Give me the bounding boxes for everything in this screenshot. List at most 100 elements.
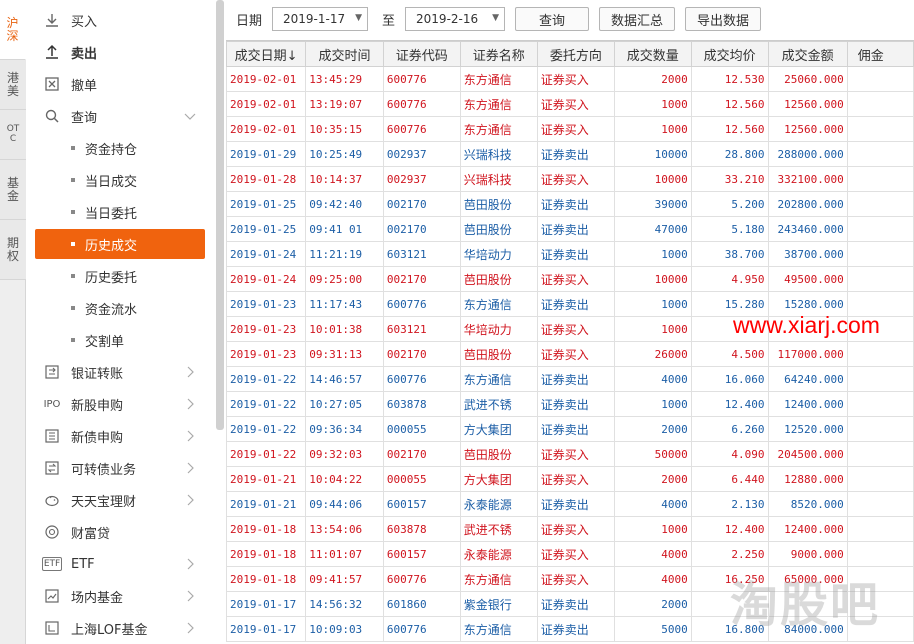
tab-gangmei[interactable]: 港美 bbox=[0, 60, 26, 110]
tab-fund[interactable]: 基金 bbox=[0, 160, 26, 220]
cell-commission bbox=[846, 441, 914, 467]
cell-name: 方大集团 bbox=[459, 416, 538, 442]
cell-direction: 证券卖出 bbox=[536, 191, 615, 217]
cell-quantity: 47000 bbox=[613, 216, 692, 242]
cell-trade-date: 2019-01-18 bbox=[226, 516, 307, 542]
summary-button[interactable]: 数据汇总 bbox=[599, 7, 676, 31]
sidebar-item-cancel[interactable]: 撤单 bbox=[35, 69, 205, 99]
cell-trade-time: 11:17:43 bbox=[305, 291, 384, 317]
cell-trade-date: 2019-01-23 bbox=[226, 316, 307, 342]
table-row[interactable]: 2019-01-23 09:31:13 002170 芭田股份 证券买入 26000 4.5… bbox=[226, 341, 914, 367]
sidebar-item-bank-transfer[interactable]: 银证转账 bbox=[35, 357, 205, 387]
table-row[interactable]: 2019-01-28 10:14:37 002937 兴瑞科技 证券买入 10000 33.… bbox=[226, 166, 914, 192]
cell-direction: 证券买入 bbox=[536, 541, 615, 567]
sidebar-item-exchange-fund[interactable]: 场内基金 bbox=[35, 581, 205, 611]
sidebar-item-buy[interactable]: 买入 bbox=[35, 5, 205, 35]
sidebar-scrollbar[interactable] bbox=[216, 0, 224, 430]
table-row[interactable]: 2019-01-23 11:17:43 600776 东方通信 证券卖出 1000 15.2… bbox=[226, 291, 914, 317]
cell-code: 002170 bbox=[382, 216, 461, 242]
column-header-name[interactable]: 证券名称 bbox=[459, 41, 538, 67]
column-header-code[interactable]: 证券代码 bbox=[382, 41, 461, 67]
cell-direction: 证券买入 bbox=[536, 116, 615, 142]
cell-trade-time: 10:25:49 bbox=[305, 141, 384, 167]
table-row[interactable]: 2019-01-21 10:04:22 000055 方大集团 证券买入 2000 6.44… bbox=[226, 466, 914, 492]
table-row[interactable]: 2019-01-22 10:27:05 603878 武进不锈 证券卖出 1000 12.4… bbox=[226, 391, 914, 417]
cell-code: 603121 bbox=[382, 241, 461, 267]
table-row[interactable]: 2019-01-18 11:01:07 600157 永泰能源 证券买入 4000 2.25… bbox=[226, 541, 914, 567]
table-row[interactable]: 2019-01-25 09:41 01 002170 芭田股份 证券卖出 47000 5.1… bbox=[226, 216, 914, 242]
cell-trade-time: 09:44:06 bbox=[305, 491, 384, 517]
column-header-commission[interactable]: 佣金 bbox=[846, 41, 914, 67]
sidebar-item-wealth-loan[interactable]: 财富贷 bbox=[35, 517, 205, 547]
table-row[interactable]: 2019-01-17 14:56:32 601860 紫金银行 证券卖出 2000 bbox=[226, 591, 914, 617]
table-header-row: 成交日期↓ 成交时间 证券代码 证券名称 委托方向 成交数量 成交均价 成交金额… bbox=[226, 41, 914, 67]
sidebar-item-ipo[interactable]: IPO 新股申购 bbox=[35, 389, 205, 419]
cell-code: 002937 bbox=[382, 141, 461, 167]
date-label: 日期 bbox=[236, 13, 263, 29]
sidebar-item-convertible[interactable]: 可转债业务 bbox=[35, 453, 205, 483]
chevron-right-icon bbox=[183, 365, 197, 383]
column-header-trade-time[interactable]: 成交时间 bbox=[305, 41, 384, 67]
cell-commission bbox=[846, 591, 914, 617]
export-button[interactable]: 导出数据 bbox=[685, 7, 762, 31]
sidebar-subitem-history-orders[interactable]: 历史委托 bbox=[35, 261, 205, 291]
table-row[interactable]: 2019-01-22 14:46:57 600776 东方通信 证券卖出 4000 16.0… bbox=[226, 366, 914, 392]
sidebar-subitem-positions[interactable]: 资金持仓 bbox=[35, 133, 205, 163]
cell-avg-price: 12.400 bbox=[690, 391, 769, 417]
cell-name: 武进不锈 bbox=[459, 516, 538, 542]
column-header-trade-date[interactable]: 成交日期↓ bbox=[226, 41, 307, 67]
table-row[interactable]: 2019-01-24 09:25:00 002170 芭田股份 证券买入 10000 4.9… bbox=[226, 266, 914, 292]
column-header-avg-price[interactable]: 成交均价 bbox=[690, 41, 769, 67]
tab-hushen[interactable]: 沪深 bbox=[0, 0, 26, 60]
sidebar-subitem-today-orders[interactable]: 当日委托 bbox=[35, 197, 205, 227]
sidebar-subitem-settlement[interactable]: 交割单 bbox=[35, 325, 205, 355]
tab-options[interactable]: 期权 bbox=[0, 220, 26, 280]
table-row[interactable]: 2019-02-01 13:45:29 600776 东方通信 证券买入 2000 12.5… bbox=[226, 66, 914, 92]
cell-trade-date: 2019-01-24 bbox=[226, 241, 307, 267]
cell-code: 600776 bbox=[382, 91, 461, 117]
column-header-quantity[interactable]: 成交数量 bbox=[613, 41, 692, 67]
cell-amount: 288000.000 bbox=[767, 141, 848, 167]
cell-avg-price: 5.200 bbox=[690, 191, 769, 217]
sidebar-item-etf[interactable]: ETF ETF bbox=[35, 549, 205, 579]
sidebar-item-bond[interactable]: 新债申购 bbox=[35, 421, 205, 451]
cell-trade-date: 2019-01-22 bbox=[226, 441, 307, 467]
table-row[interactable]: 2019-02-01 13:19:07 600776 东方通信 证券买入 1000 12.5… bbox=[226, 91, 914, 117]
table-row[interactable]: 2019-01-18 09:41:57 600776 东方通信 证券买入 4000 16.2… bbox=[226, 566, 914, 592]
table-row[interactable]: 2019-01-17 10:09:03 600776 东方通信 证券卖出 5000 16.8… bbox=[226, 616, 914, 642]
cell-name: 东方通信 bbox=[459, 66, 538, 92]
column-header-amount[interactable]: 成交金额 bbox=[767, 41, 848, 67]
cell-avg-price: 15.280 bbox=[690, 291, 769, 317]
column-header-direction[interactable]: 委托方向 bbox=[536, 41, 615, 67]
sidebar-subitem-history-trades[interactable]: 历史成交 bbox=[35, 229, 205, 259]
sidebar-item-query[interactable]: 查询 bbox=[35, 101, 205, 131]
chevron-down-icon: ▼ bbox=[492, 13, 500, 23]
table-row[interactable]: 2019-01-18 13:54:06 603878 武进不锈 证券买入 1000 12.4… bbox=[226, 516, 914, 542]
query-button[interactable]: 查询 bbox=[515, 7, 590, 31]
cell-code: 603121 bbox=[382, 316, 461, 342]
sidebar-item-tiantianbao[interactable]: 天天宝理财 bbox=[35, 485, 205, 515]
table-row[interactable]: 2019-01-22 09:32:03 002170 芭田股份 证券买入 50000 4.0… bbox=[226, 441, 914, 467]
cell-name: 东方通信 bbox=[459, 566, 538, 592]
sidebar-item-lof-fund[interactable]: 上海LOF基金 bbox=[35, 613, 205, 643]
table-row[interactable]: 2019-01-22 09:36:34 000055 方大集团 证券卖出 2000 6.26… bbox=[226, 416, 914, 442]
end-date-select[interactable]: 2019-2-16 ▼ bbox=[405, 7, 506, 31]
sidebar-subitem-fund-flow[interactable]: 资金流水 bbox=[35, 293, 205, 323]
sidebar-item-sell[interactable]: 卖出 bbox=[35, 37, 205, 67]
cell-trade-date: 2019-01-24 bbox=[226, 266, 307, 292]
tab-otc[interactable]: OTC bbox=[0, 110, 26, 160]
cell-direction: 证券买入 bbox=[536, 266, 615, 292]
table-row[interactable]: 2019-01-25 09:42:40 002170 芭田股份 证券卖出 39000 5.2… bbox=[226, 191, 914, 217]
cell-trade-date: 2019-02-01 bbox=[226, 116, 307, 142]
table-row[interactable]: 2019-02-01 10:35:15 600776 东方通信 证券买入 1000 12.5… bbox=[226, 116, 914, 142]
table-row[interactable]: 2019-01-23 10:01:38 603121 华培动力 证券买入 1000 bbox=[226, 316, 914, 342]
sidebar-subitem-today-trades[interactable]: 当日成交 bbox=[35, 165, 205, 195]
cell-amount: 15280.000 bbox=[767, 291, 848, 317]
table-row[interactable]: 2019-01-24 11:21:19 603121 华培动力 证券卖出 1000 38.7… bbox=[226, 241, 914, 267]
cell-avg-price: 12.560 bbox=[690, 91, 769, 117]
table-row[interactable]: 2019-01-29 10:25:49 002937 兴瑞科技 证券卖出 10000 28.… bbox=[226, 141, 914, 167]
start-date-select[interactable]: 2019-1-17 ▼ bbox=[272, 7, 369, 31]
bullet-icon bbox=[71, 242, 75, 246]
table-row[interactable]: 2019-01-21 09:44:06 600157 永泰能源 证券卖出 4000 2.13… bbox=[226, 491, 914, 517]
cell-trade-time: 10:04:22 bbox=[305, 466, 384, 492]
